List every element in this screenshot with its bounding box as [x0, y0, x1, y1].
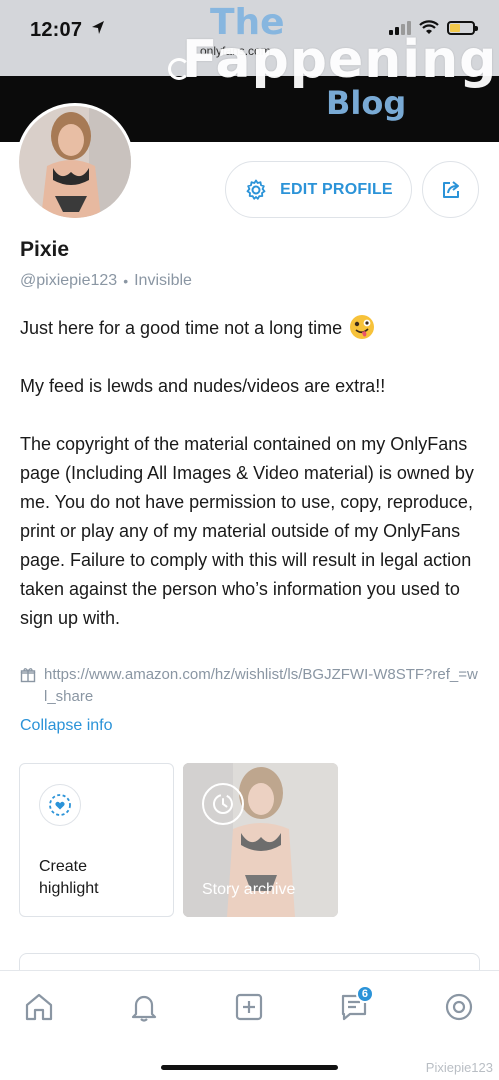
highlight-add-icon	[39, 784, 81, 826]
share-profile-button[interactable]	[422, 161, 479, 218]
gear-icon	[246, 179, 266, 200]
bio-paragraph: Just here for a good time not a long tim…	[20, 314, 485, 343]
status-time: 12:07	[30, 19, 83, 41]
clock-archive-icon	[202, 783, 244, 825]
bio-paragraph: My feed is lewds and nudes/videos are ex…	[20, 376, 386, 396]
watermark-fappening: Fappening	[182, 30, 498, 90]
zany-face-emoji-icon	[350, 315, 375, 339]
gift-icon	[20, 668, 36, 683]
profile-name: Pixie	[20, 238, 70, 261]
story-archive-card[interactable]: Story archive	[183, 763, 338, 917]
tab-notifications[interactable]	[122, 985, 166, 1029]
separator-dot: •	[123, 273, 129, 289]
collapse-info-link[interactable]: Collapse info	[20, 717, 113, 735]
profile-bio: Just here for a good time not a long tim…	[20, 314, 485, 633]
create-highlight-card[interactable]: Create highlight	[19, 763, 174, 917]
avatar[interactable]	[16, 103, 134, 221]
bio-line-1: Just here for a good time not a long tim…	[20, 318, 343, 338]
watermark-blog: Blog	[326, 84, 407, 122]
location-arrow-icon	[92, 21, 104, 34]
edit-profile-button[interactable]: EDIT PROFILE	[225, 161, 412, 218]
wishlist-url: https://www.amazon.com/hz/wishlist/ls/BG…	[44, 666, 478, 705]
online-status: Invisible	[134, 272, 192, 289]
avatar-image	[19, 106, 131, 218]
tab-home[interactable]	[17, 985, 61, 1029]
corner-watermark: Pixiepie123	[425, 1060, 493, 1075]
edit-profile-label: EDIT PROFILE	[280, 180, 393, 198]
profile-handle: @pixiepie123	[20, 272, 118, 289]
profile-icon	[445, 993, 473, 1021]
add-post-icon	[235, 993, 263, 1021]
bottom-tab-bar: 6	[0, 970, 499, 1080]
create-highlight-label: Create highlight	[39, 858, 99, 897]
heart-circle-icon	[49, 794, 71, 816]
wishlist-link[interactable]: https://www.amazon.com/hz/wishlist/ls/BG…	[20, 664, 480, 708]
bio-paragraph: The copyright of the material contained …	[20, 434, 474, 628]
share-icon	[442, 180, 459, 198]
messages-badge: 6	[355, 985, 374, 1003]
tab-messages[interactable]: 6	[332, 985, 376, 1029]
bell-icon	[131, 995, 157, 1022]
story-archive-label: Story archive	[202, 881, 296, 898]
profile-handle-row: @pixiepie123 • Invisible	[20, 272, 192, 290]
home-indicator[interactable]	[161, 1065, 338, 1070]
tab-profile[interactable]	[437, 985, 481, 1029]
tab-add-post[interactable]	[227, 985, 271, 1029]
home-icon	[25, 993, 53, 1021]
